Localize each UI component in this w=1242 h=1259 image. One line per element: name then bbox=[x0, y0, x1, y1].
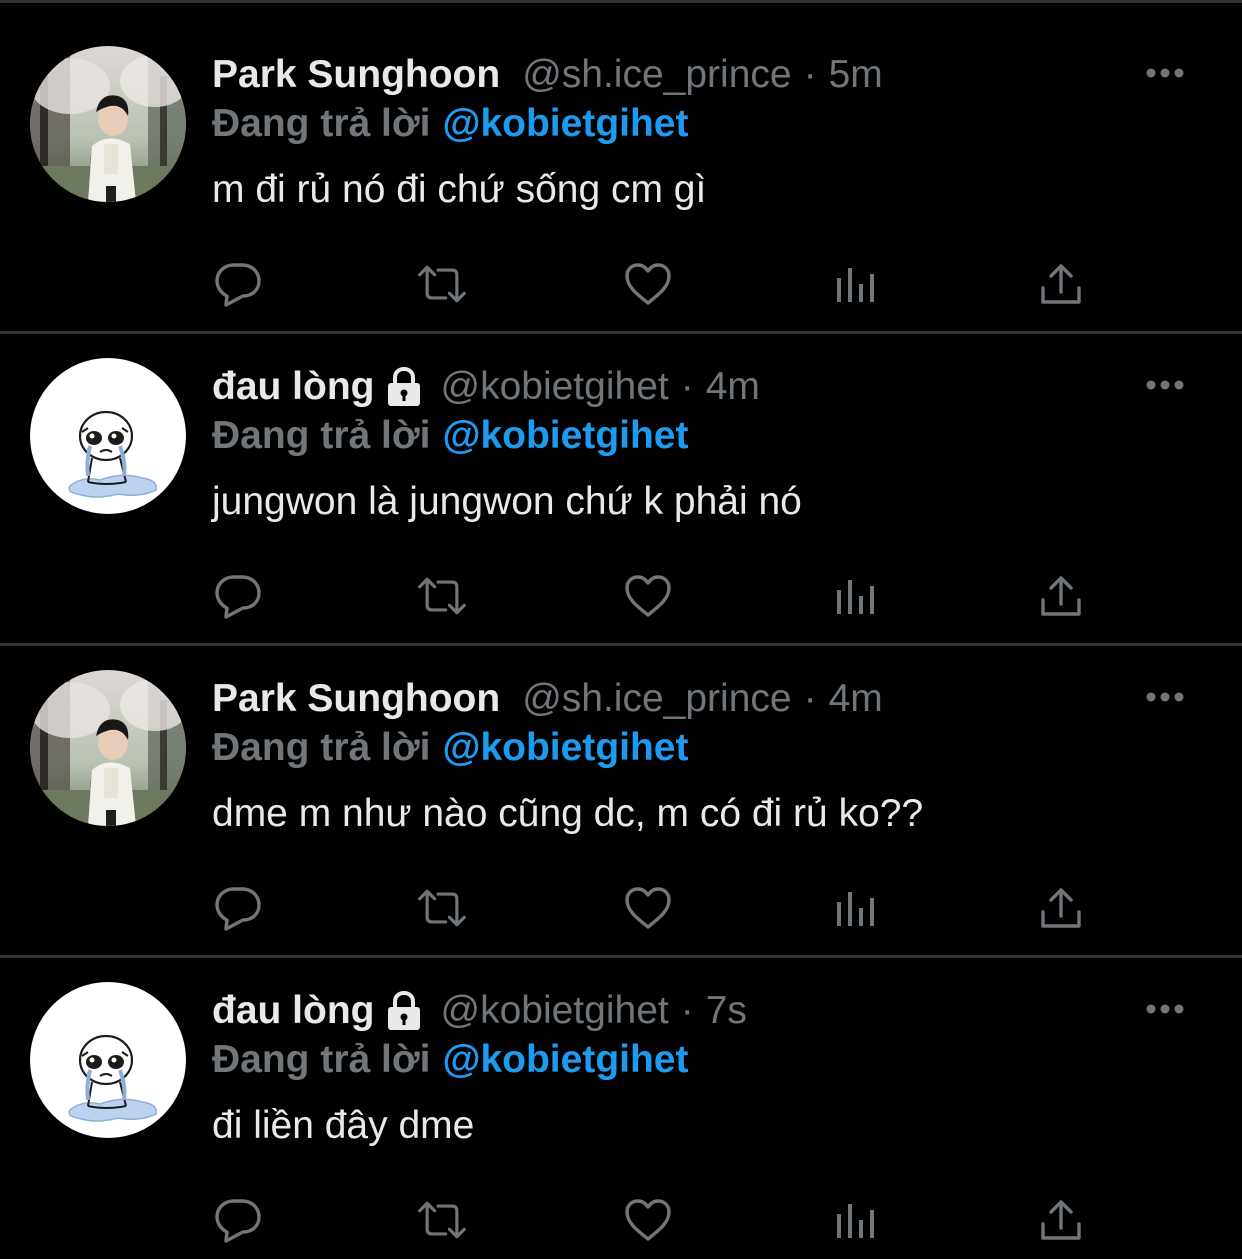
views-icon bbox=[837, 580, 874, 614]
reply-target-link[interactable]: @kobietgihet bbox=[442, 102, 688, 145]
views-icon bbox=[837, 892, 874, 926]
retweet-icon bbox=[418, 577, 466, 615]
like-icon bbox=[625, 887, 671, 929]
retweet-icon bbox=[418, 1201, 466, 1239]
timeline-feed: Park Sunghoon @sh.ice_prince · 5m Đang t… bbox=[0, 0, 1242, 1259]
separator-dot: · bbox=[680, 365, 694, 408]
retweet-icon bbox=[418, 265, 466, 303]
user-handle[interactable]: @kobietgihet bbox=[440, 365, 668, 409]
user-handle[interactable]: @kobietgihet bbox=[440, 989, 668, 1033]
tweet-actions bbox=[212, 572, 1092, 620]
tweet[interactable]: Park Sunghoon @sh.ice_prince · 5m Đang t… bbox=[0, 22, 1242, 333]
reply-button[interactable] bbox=[212, 1196, 264, 1244]
share-icon bbox=[1041, 1200, 1081, 1240]
like-button[interactable] bbox=[622, 1196, 674, 1244]
like-icon bbox=[625, 575, 671, 617]
like-icon bbox=[625, 263, 671, 305]
replying-to: Đang trả lời @kobietgihet bbox=[212, 414, 688, 458]
timestamp[interactable]: 4m bbox=[706, 365, 760, 409]
reply-button[interactable] bbox=[212, 572, 264, 620]
top-divider bbox=[0, 0, 1242, 3]
tweet-actions bbox=[212, 260, 1092, 308]
reply-prefix: Đang trả lời bbox=[212, 1038, 431, 1081]
display-name[interactable]: Park Sunghoon bbox=[212, 53, 500, 97]
reply-target-link[interactable]: @kobietgihet bbox=[442, 1038, 688, 1081]
protected-lock-icon bbox=[388, 366, 421, 406]
reply-icon bbox=[215, 575, 261, 619]
like-button[interactable] bbox=[622, 572, 674, 620]
display-name[interactable]: Park Sunghoon bbox=[212, 677, 500, 721]
reply-icon bbox=[215, 263, 261, 307]
separator-dot: · bbox=[680, 989, 694, 1032]
replying-to: Đang trả lời @kobietgihet bbox=[212, 726, 688, 770]
retweet-button[interactable] bbox=[416, 260, 468, 308]
timestamp[interactable]: 7s bbox=[706, 989, 747, 1033]
retweet-button[interactable] bbox=[416, 1196, 468, 1244]
views-button[interactable] bbox=[830, 1196, 882, 1244]
avatar[interactable] bbox=[30, 358, 186, 514]
tweet-header: Park Sunghoon @sh.ice_prince · 4m bbox=[212, 674, 883, 724]
protected-lock-icon bbox=[388, 990, 421, 1030]
more-options-icon[interactable] bbox=[1144, 690, 1186, 704]
tweet-text: đi liền đây dme bbox=[212, 1104, 475, 1147]
like-button[interactable] bbox=[622, 260, 674, 308]
reply-prefix: Đang trả lời bbox=[212, 102, 431, 145]
reply-icon bbox=[215, 1199, 261, 1243]
share-button[interactable] bbox=[1035, 884, 1087, 932]
reply-prefix: Đang trả lời bbox=[212, 414, 431, 457]
reply-target-link[interactable]: @kobietgihet bbox=[442, 726, 688, 769]
tweet-header: đau lòng @kobietgihet · 7s bbox=[212, 986, 747, 1036]
separator-dot: · bbox=[803, 53, 817, 96]
reply-icon bbox=[215, 887, 261, 931]
views-icon bbox=[837, 1204, 874, 1238]
user-handle[interactable]: @sh.ice_prince bbox=[522, 677, 791, 721]
tweet[interactable]: đau lòng @kobietgihet · 4m Đang trả lời @… bbox=[0, 334, 1242, 645]
reply-button[interactable] bbox=[212, 260, 264, 308]
tweet-actions bbox=[212, 1196, 1092, 1244]
more-options-icon[interactable] bbox=[1144, 1002, 1186, 1016]
timestamp[interactable]: 4m bbox=[829, 677, 883, 721]
replying-to: Đang trả lời @kobietgihet bbox=[212, 1038, 688, 1082]
timestamp[interactable]: 5m bbox=[829, 53, 883, 97]
tweet[interactable]: đau lòng @kobietgihet · 7s Đang trả lời @… bbox=[0, 958, 1242, 1259]
views-button[interactable] bbox=[830, 572, 882, 620]
tweet-text: dme m như nào cũng dc, m có đi rủ ko?? bbox=[212, 792, 924, 835]
tweet-text: m đi rủ nó đi chứ sống cm gì bbox=[212, 168, 707, 211]
share-button[interactable] bbox=[1035, 572, 1087, 620]
retweet-button[interactable] bbox=[416, 884, 468, 932]
display-name[interactable]: đau lòng bbox=[212, 365, 374, 409]
avatar[interactable] bbox=[30, 670, 186, 826]
reply-target-link[interactable]: @kobietgihet bbox=[442, 414, 688, 457]
tweet-actions bbox=[212, 884, 1092, 932]
retweet-icon bbox=[418, 889, 466, 927]
views-button[interactable] bbox=[830, 884, 882, 932]
display-name[interactable]: đau lòng bbox=[212, 989, 374, 1033]
user-handle[interactable]: @sh.ice_prince bbox=[522, 53, 791, 97]
avatar[interactable] bbox=[30, 46, 186, 202]
tweet-header: đau lòng @kobietgihet · 4m bbox=[212, 362, 760, 412]
more-options-icon[interactable] bbox=[1144, 378, 1186, 392]
tweet[interactable]: Park Sunghoon @sh.ice_prince · 4m Đang t… bbox=[0, 646, 1242, 957]
reply-button[interactable] bbox=[212, 884, 264, 932]
separator-dot: · bbox=[803, 677, 817, 720]
reply-prefix: Đang trả lời bbox=[212, 726, 431, 769]
retweet-button[interactable] bbox=[416, 572, 468, 620]
share-button[interactable] bbox=[1035, 1196, 1087, 1244]
views-button[interactable] bbox=[830, 260, 882, 308]
more-options-icon[interactable] bbox=[1144, 66, 1186, 80]
share-button[interactable] bbox=[1035, 260, 1087, 308]
like-icon bbox=[625, 1199, 671, 1241]
share-icon bbox=[1041, 888, 1081, 928]
share-icon bbox=[1041, 264, 1081, 304]
like-button[interactable] bbox=[622, 884, 674, 932]
share-icon bbox=[1041, 576, 1081, 616]
replying-to: Đang trả lời @kobietgihet bbox=[212, 102, 688, 146]
tweet-text: jungwon là jungwon chứ k phải nó bbox=[212, 480, 802, 523]
tweet-header: Park Sunghoon @sh.ice_prince · 5m bbox=[212, 50, 883, 100]
avatar[interactable] bbox=[30, 982, 186, 1138]
views-icon bbox=[837, 268, 874, 302]
